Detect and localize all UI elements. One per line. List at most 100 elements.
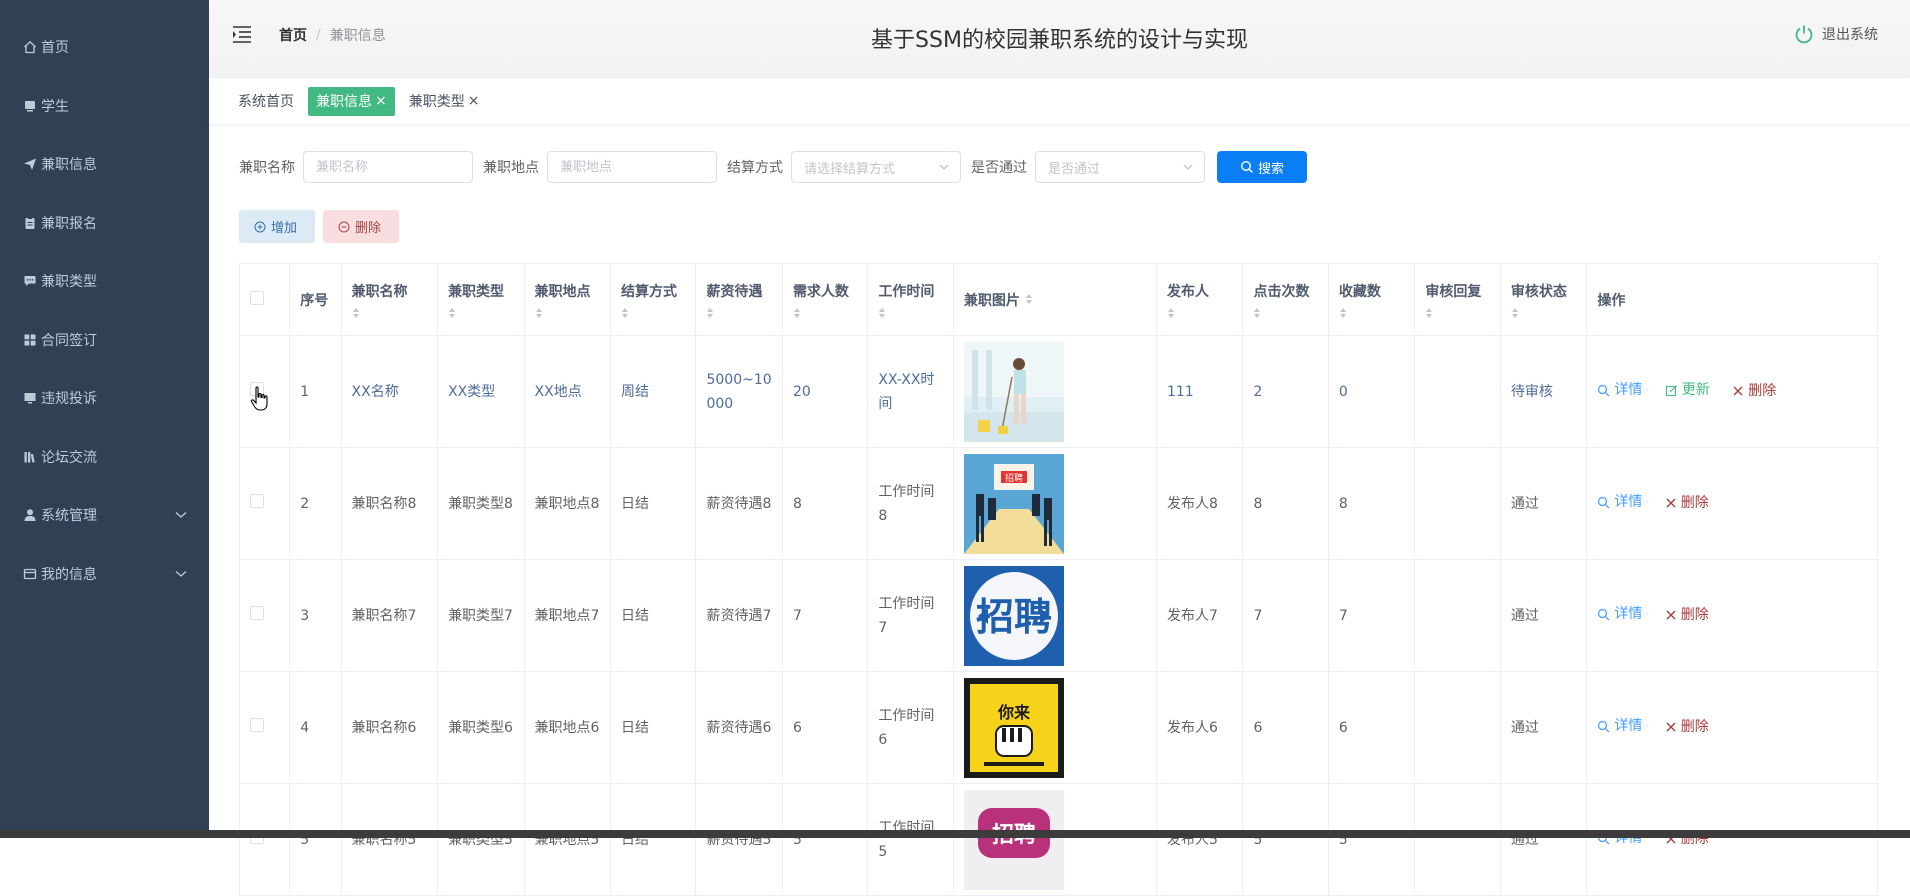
sort-icon[interactable] — [706, 307, 771, 319]
sidebar-item-label: 学生 — [41, 98, 69, 115]
row-checkbox[interactable] — [250, 605, 264, 620]
detail-button[interactable]: 详情 — [1597, 490, 1642, 514]
batch-delete-label: 删除 — [355, 221, 382, 236]
sort-icon[interactable] — [621, 307, 685, 319]
header-place[interactable]: 兼职地点 — [523, 263, 612, 336]
sidebar-item-students[interactable]: 学生 — [0, 77, 209, 136]
cell-image: 招聘 — [952, 559, 1157, 672]
sort-icon[interactable] — [1425, 307, 1489, 319]
delete-button[interactable]: 删除 — [1732, 379, 1776, 403]
sort-icon[interactable] — [448, 307, 513, 319]
header-settle[interactable]: 结算方式 — [609, 263, 697, 336]
close-icon — [1666, 498, 1676, 508]
close-icon[interactable]: × — [375, 93, 387, 109]
sidebar-item-complaint[interactable]: 违规投诉 — [0, 369, 209, 428]
sort-icon[interactable] — [1167, 307, 1232, 319]
sort-icon[interactable] — [878, 307, 942, 319]
job-image-hiring-poster[interactable]: 招聘 — [963, 453, 1064, 554]
cell-place: 兼职地点7 — [523, 559, 612, 672]
header-favorites[interactable]: 收藏数 — [1327, 263, 1416, 336]
header-clicks[interactable]: 点击次数 — [1242, 263, 1329, 336]
select-all-checkbox[interactable] — [250, 290, 264, 305]
sidebar-item-job-info[interactable]: 兼职信息 — [0, 135, 209, 194]
header-label: 审核回复 — [1425, 283, 1482, 300]
cell-type: 兼职类型7 — [437, 559, 525, 672]
logout-button[interactable]: 退出系统 — [1794, 24, 1878, 44]
header-need[interactable]: 需求人数 — [781, 263, 869, 336]
cell-type: 兼职类型5 — [437, 783, 525, 896]
delete-button[interactable]: 删除 — [1665, 603, 1709, 627]
sidebar-item-label: 系统管理 — [41, 508, 97, 525]
cell-salary: 5000~10000 — [695, 335, 783, 448]
tab-job-type[interactable]: 兼职类型 × — [409, 91, 480, 111]
job-image-cleaning[interactable] — [963, 341, 1064, 442]
row-checkbox[interactable] — [250, 717, 264, 732]
sidebar-item-forum[interactable]: 论坛交流 — [0, 428, 209, 487]
header-reply[interactable]: 审核回复 — [1414, 263, 1501, 336]
cell-index: 2 — [289, 447, 342, 560]
cell-reply — [1414, 335, 1501, 448]
header-status[interactable]: 审核状态 — [1499, 263, 1588, 336]
header-publisher[interactable]: 发布人 — [1155, 263, 1244, 336]
sidebar: 首页 学生 兼职信息 兼职报名 兼职类型 合同签订 违规投诉 论坛交流 系统管理… — [0, 0, 209, 838]
header-salary[interactable]: 薪资待遇 — [695, 263, 783, 336]
sidebar-item-system[interactable]: 系统管理 — [0, 486, 209, 545]
sort-icon[interactable] — [535, 307, 600, 319]
sidebar-item-label: 首页 — [41, 40, 69, 57]
header-label: 工作时间 — [878, 283, 935, 300]
update-button[interactable]: 更新 — [1665, 378, 1710, 402]
header-time[interactable]: 工作时间 — [867, 263, 954, 336]
cell-place: 兼职地点5 — [523, 783, 612, 896]
search-name-input[interactable] — [303, 151, 473, 183]
sort-icon[interactable] — [1025, 293, 1033, 309]
select-all-cell[interactable] — [238, 263, 291, 336]
job-image-hiring-circle[interactable]: 招聘 — [963, 565, 1064, 666]
close-icon[interactable]: × — [468, 93, 480, 109]
sort-icon[interactable] — [1253, 307, 1317, 319]
search-button[interactable]: 搜索 — [1217, 151, 1307, 183]
detail-button[interactable]: 详情 — [1597, 378, 1642, 402]
detail-button[interactable]: 详情 — [1597, 602, 1642, 626]
search-place-input[interactable] — [547, 151, 717, 183]
sidebar-item-job-type[interactable]: 兼职类型 — [0, 252, 209, 311]
settle-select[interactable]: 请选择结算方式 — [791, 151, 961, 183]
cell-reply — [1414, 783, 1501, 896]
sort-icon[interactable] — [1339, 307, 1404, 319]
row-select-cell[interactable] — [238, 783, 291, 896]
add-button[interactable]: 增加 — [239, 210, 315, 243]
row-select-cell[interactable] — [238, 447, 291, 560]
cell-ops: 详情 删除 — [1586, 447, 1878, 560]
delete-label: 删除 — [1680, 718, 1709, 735]
sort-icon[interactable] — [352, 307, 428, 319]
sidebar-item-home[interactable]: 首页 — [0, 18, 209, 77]
delete-button[interactable]: 删除 — [1665, 491, 1709, 515]
job-image-hiring-pink[interactable]: 招聘 — [963, 789, 1064, 890]
batch-delete-button[interactable]: 删除 — [323, 210, 399, 243]
cell-place: XX地点 — [523, 335, 612, 448]
pass-select[interactable]: 是否通过 — [1035, 151, 1205, 183]
detail-label: 详情 — [1614, 718, 1643, 735]
tab-system-home[interactable]: 系统首页 — [238, 91, 294, 111]
delete-button[interactable]: 删除 — [1665, 715, 1709, 739]
row-checkbox[interactable] — [250, 493, 264, 508]
cell-type: 兼职类型6 — [437, 671, 525, 784]
header-image[interactable]: 兼职图片 — [952, 263, 1157, 336]
cell-publisher: 发布人6 — [1155, 671, 1244, 784]
cell-need: 20 — [781, 335, 869, 448]
settle-select-placeholder: 请选择结算方式 — [804, 161, 896, 177]
cell-salary: 薪资待遇7 — [695, 559, 783, 672]
tab-job-info[interactable]: 兼职信息 × — [308, 86, 395, 116]
row-select-cell[interactable] — [238, 671, 291, 784]
header-name[interactable]: 兼职名称 — [340, 263, 439, 336]
header-type[interactable]: 兼职类型 — [437, 263, 525, 336]
cell-time: 工作时间7 — [867, 559, 954, 672]
sidebar-item-my-info[interactable]: 我的信息 — [0, 545, 209, 604]
detail-button[interactable]: 详情 — [1597, 714, 1642, 738]
row-select-cell[interactable] — [238, 559, 291, 672]
sidebar-item-job-signup[interactable]: 兼职报名 — [0, 194, 209, 253]
sort-icon[interactable] — [1511, 307, 1576, 319]
sidebar-item-contract[interactable]: 合同签订 — [0, 311, 209, 370]
sort-icon[interactable] — [793, 307, 857, 319]
header-label: 兼职地点 — [534, 283, 591, 300]
job-image-hiring-yellow[interactable]: 你来 — [963, 677, 1064, 778]
